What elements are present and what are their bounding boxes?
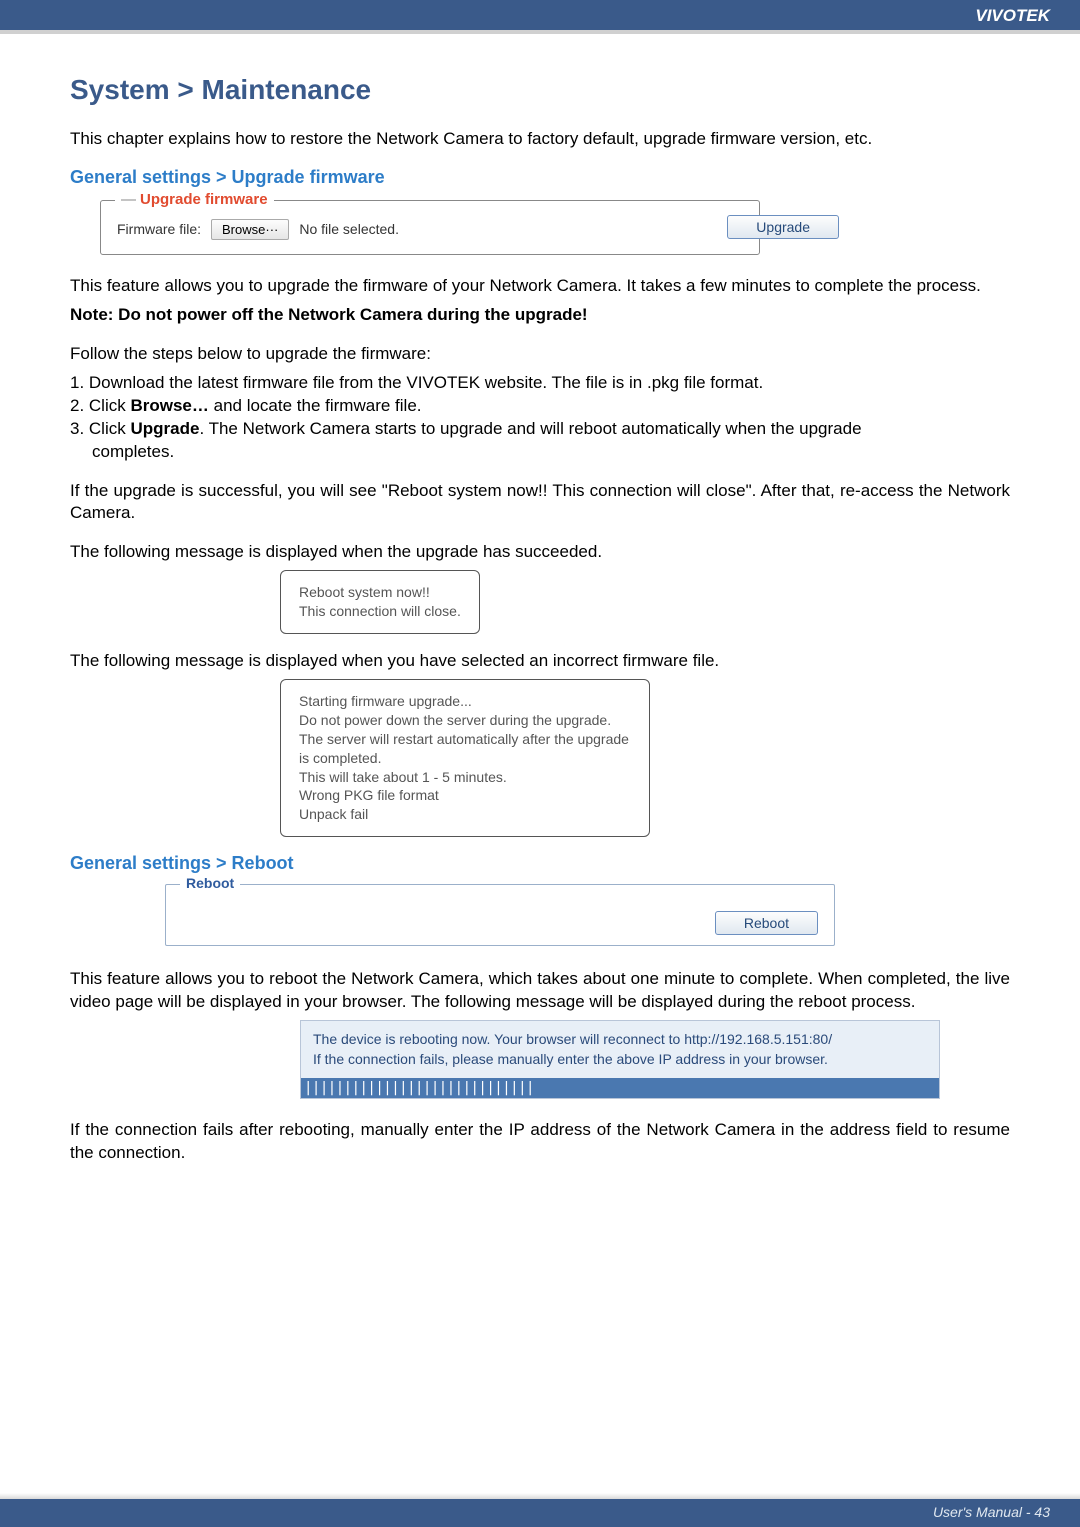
msg2-line6: Unpack fail — [299, 805, 631, 824]
upgrade-heading: General settings > Upgrade firmware — [70, 167, 1010, 188]
step-2: 2. Click Browse… and locate the firmware… — [70, 395, 1010, 418]
firmware-file-label: Firmware file: — [117, 221, 201, 237]
step3-part-c: . The Network Camera starts to upgrade a… — [199, 419, 861, 438]
msg2-line5: Wrong PKG file format — [299, 786, 631, 805]
firmware-file-row: Firmware file: Browse··· No file selecte… — [117, 219, 743, 240]
upgrade-note: Note: Do not power off the Network Camer… — [70, 304, 1010, 327]
browse-button[interactable]: Browse··· — [211, 219, 289, 240]
msg-intro-success: The following message is displayed when … — [70, 541, 1010, 564]
upgrade-desc: This feature allows you to upgrade the f… — [70, 275, 1010, 298]
upgrade-steps: 1. Download the latest firmware file fro… — [70, 372, 1010, 464]
reboot-after-para: If the connection fails after rebooting,… — [70, 1119, 1010, 1165]
legend-text: Upgrade firmware — [140, 191, 268, 208]
upgrade-button[interactable]: Upgrade — [727, 215, 839, 239]
step2-bold: Browse… — [130, 396, 208, 415]
reboot-desc: This feature allows you to reboot the Ne… — [70, 968, 1010, 1014]
reboot-msg-text: The device is rebooting now. Your browse… — [301, 1021, 939, 1072]
step-3: 3. Click Upgrade. The Network Camera sta… — [70, 418, 1010, 441]
step2-part-c: and locate the firmware file. — [209, 396, 422, 415]
reboot-msg-line1: The device is rebooting now. Your browse… — [313, 1029, 927, 1049]
header-band: VIVOTEK — [0, 0, 1080, 30]
step-1: 1. Download the latest firmware file fro… — [70, 372, 1010, 395]
fail-message-box: Starting firmware upgrade... Do not powe… — [280, 679, 650, 837]
msg-intro-fail: The following message is displayed when … — [70, 650, 1010, 673]
step-3-cont: completes. — [70, 441, 1010, 464]
step2-part-a: 2. Click — [70, 396, 130, 415]
reboot-heading: General settings > Reboot — [70, 853, 1010, 874]
msg2-line1: Starting firmware upgrade... — [299, 692, 631, 711]
footer-page-label: User's Manual - 43 — [933, 1504, 1050, 1520]
upgrade-success-para: If the upgrade is successful, you will s… — [70, 480, 1010, 526]
upgrade-firmware-panel: —Upgrade firmware Firmware file: Browse·… — [100, 200, 760, 255]
msg2-line2: Do not power down the server during the … — [299, 711, 631, 730]
brand-label: VIVOTEK — [975, 6, 1050, 26]
follow-steps-intro: Follow the steps below to upgrade the fi… — [70, 343, 1010, 366]
progress-ticks: ||||||||||||||||||||||||||||| — [304, 1080, 534, 1096]
legend-dash: — — [121, 191, 136, 208]
step3-part-a: 3. Click — [70, 419, 130, 438]
step3-bold: Upgrade — [130, 419, 199, 438]
msg1-line2: This connection will close. — [299, 602, 461, 621]
success-message-box: Reboot system now!! This connection will… — [280, 570, 480, 634]
reboot-panel: Reboot Reboot — [165, 884, 835, 946]
reboot-progress-bar: ||||||||||||||||||||||||||||| — [301, 1078, 939, 1098]
msg2-line3: The server will restart automatically af… — [299, 730, 631, 768]
upgrade-legend: —Upgrade firmware — [115, 191, 274, 208]
reboot-button[interactable]: Reboot — [715, 911, 818, 935]
reboot-msg-line2: If the connection fails, please manually… — [313, 1049, 927, 1069]
rebooting-message-box: The device is rebooting now. Your browse… — [300, 1020, 940, 1099]
page-title: System > Maintenance — [70, 74, 1010, 106]
footer-band: User's Manual - 43 — [0, 1499, 1080, 1527]
msg1-line1: Reboot system now!! — [299, 583, 461, 602]
intro-paragraph: This chapter explains how to restore the… — [70, 128, 1010, 151]
msg2-line4: This will take about 1 - 5 minutes. — [299, 768, 631, 787]
reboot-legend: Reboot — [180, 875, 240, 891]
page-content: System > Maintenance This chapter explai… — [0, 34, 1080, 1165]
no-file-selected-text: No file selected. — [299, 221, 399, 237]
